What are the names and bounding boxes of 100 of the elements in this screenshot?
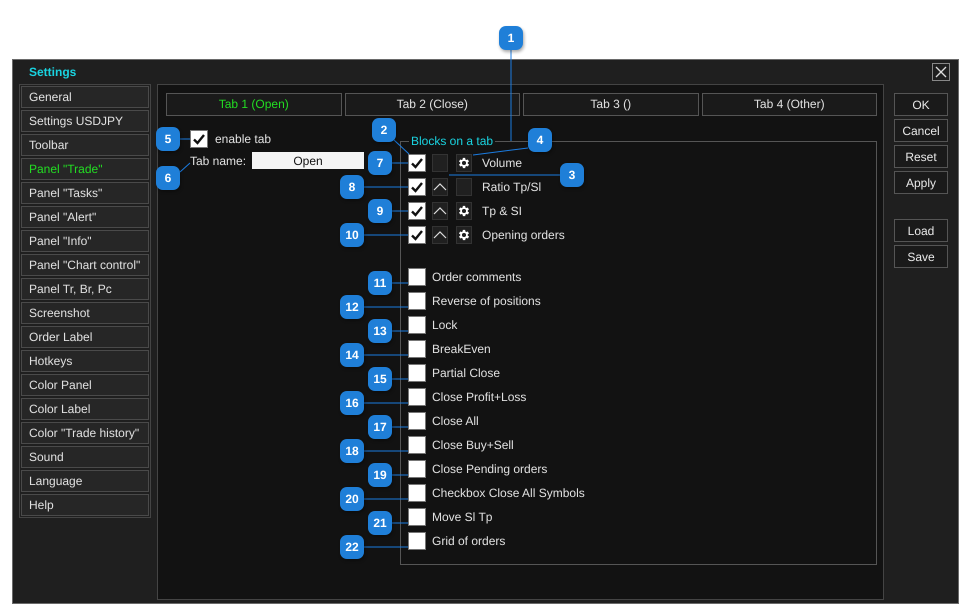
callout-badge: 11 (368, 271, 392, 295)
sidebar-item[interactable]: Color "Trade history" (21, 422, 149, 444)
sidebar-item[interactable]: Panel Tr, Br, Pc (21, 278, 149, 300)
callout-badge: 5 (156, 127, 180, 151)
leader-line (394, 140, 410, 154)
checkbox[interactable] (408, 268, 426, 286)
checkbox-label: Checkbox Close All Symbols (432, 486, 585, 500)
callout-badge: 20 (340, 487, 364, 511)
field-label: Tab name: (189, 154, 248, 168)
callout-badge: 16 (340, 391, 364, 415)
callout-badge: 12 (340, 295, 364, 319)
sidebar-item[interactable]: Settings USDJPY (21, 110, 149, 132)
dialog-button[interactable]: Apply (894, 171, 948, 194)
checkbox-label: Close Profit+Loss (432, 390, 526, 404)
move-up-button[interactable] (432, 202, 448, 220)
callout-badge: 4 (528, 128, 552, 152)
caret-icon (433, 206, 447, 216)
checkbox[interactable] (408, 340, 426, 358)
checkbox[interactable] (408, 154, 426, 172)
tab[interactable]: Tab 3 () (523, 93, 698, 116)
checkbox[interactable] (408, 316, 426, 334)
leader-line (472, 148, 528, 156)
leader-line (392, 210, 408, 212)
leader-line (364, 450, 408, 452)
leader-line (392, 330, 408, 332)
leader-line (364, 546, 408, 548)
checkbox[interactable] (408, 364, 426, 382)
checkbox-label: Order comments (432, 270, 522, 284)
sidebar-item[interactable]: Sound (21, 446, 149, 468)
sidebar-item[interactable]: Color Label (21, 398, 149, 420)
leader-line (392, 282, 408, 284)
tab-name-field[interactable]: Open (252, 152, 364, 169)
dialog-button[interactable]: Load (894, 219, 948, 242)
dialog-button[interactable]: OK (894, 93, 948, 116)
checkbox-label: Move Sl Tp (432, 510, 492, 524)
callout-badge: 21 (368, 511, 392, 535)
callout-badge: 2 (372, 118, 396, 142)
sidebar-item[interactable]: Color Panel (21, 374, 149, 396)
leader-line (364, 402, 408, 404)
settings-button[interactable] (456, 202, 472, 220)
tab[interactable]: Tab 2 (Close) (344, 93, 520, 116)
move-up-button[interactable] (432, 178, 448, 196)
checkbox[interactable] (408, 226, 426, 244)
checkbox-label: BreakEven (432, 342, 491, 356)
sidebar-item[interactable]: Hotkeys (21, 350, 149, 372)
close-button[interactable] (932, 63, 950, 81)
sidebar-item[interactable]: General (21, 86, 149, 108)
checkbox[interactable] (190, 130, 208, 148)
callout-badge: 1 (499, 26, 523, 50)
callout-badge: 15 (368, 367, 392, 391)
checkbox[interactable] (408, 436, 426, 454)
group-title: Blocks on a tab (409, 134, 496, 148)
dialog-button[interactable]: Cancel (894, 119, 948, 142)
checkbox-label: enable tab (215, 132, 272, 146)
checkbox[interactable] (408, 178, 426, 196)
sidebar-item[interactable]: Language (21, 470, 149, 492)
callout-badge: 19 (368, 463, 392, 487)
checkbox-label: Reverse of positions (432, 294, 541, 308)
checkbox-label: Partial Close (432, 366, 500, 380)
leader-line (364, 186, 408, 188)
window-title: Settings (29, 65, 76, 79)
leader-line (364, 498, 408, 500)
callout-badge: 9 (368, 199, 392, 223)
checkbox[interactable] (408, 292, 426, 310)
checkbox[interactable] (408, 460, 426, 478)
sidebar-item[interactable]: Panel "Alert" (21, 206, 149, 228)
sidebar-item[interactable]: Order Label (21, 326, 149, 348)
close-icon (935, 66, 947, 78)
checkbox-label: Close All (432, 414, 479, 428)
tab[interactable]: Tab 4 (Other) (702, 93, 877, 116)
sidebar-item[interactable]: Toolbar (21, 134, 149, 156)
sidebar-item[interactable]: Panel "Chart control" (21, 254, 149, 276)
move-up-button[interactable] (432, 226, 448, 244)
sidebar-item[interactable]: Screenshot (21, 302, 149, 324)
callout-badge: 8 (340, 175, 364, 199)
leader-line (392, 378, 408, 380)
leader-line (392, 426, 408, 428)
dialog-button[interactable]: Reset (894, 145, 948, 168)
callout-badge: 14 (340, 343, 364, 367)
callout-badge: 10 (340, 223, 364, 247)
settings-button[interactable] (456, 154, 472, 172)
checkbox[interactable] (408, 388, 426, 406)
checkbox[interactable] (408, 412, 426, 430)
checkbox[interactable] (408, 508, 426, 526)
settings-button[interactable] (456, 226, 472, 244)
block-label: Ratio Tp/Sl (482, 180, 542, 194)
checkbox[interactable] (408, 202, 426, 220)
dialog-button[interactable]: Save (894, 245, 948, 268)
checkbox[interactable] (408, 532, 426, 550)
caret-icon (433, 182, 447, 192)
callout-badge: 6 (156, 166, 180, 190)
sidebar-item[interactable]: Help (21, 494, 149, 516)
settings-icon (457, 204, 471, 218)
tab[interactable]: Tab 1 (Open) (166, 93, 342, 116)
sidebar-item[interactable]: Panel "Tasks" (21, 182, 149, 204)
sidebar-item[interactable]: Panel "Trade" (21, 158, 149, 180)
callout-badge: 3 (560, 163, 584, 187)
settings-icon (457, 228, 471, 242)
sidebar-item[interactable]: Panel "Info" (21, 230, 149, 252)
checkbox[interactable] (408, 484, 426, 502)
